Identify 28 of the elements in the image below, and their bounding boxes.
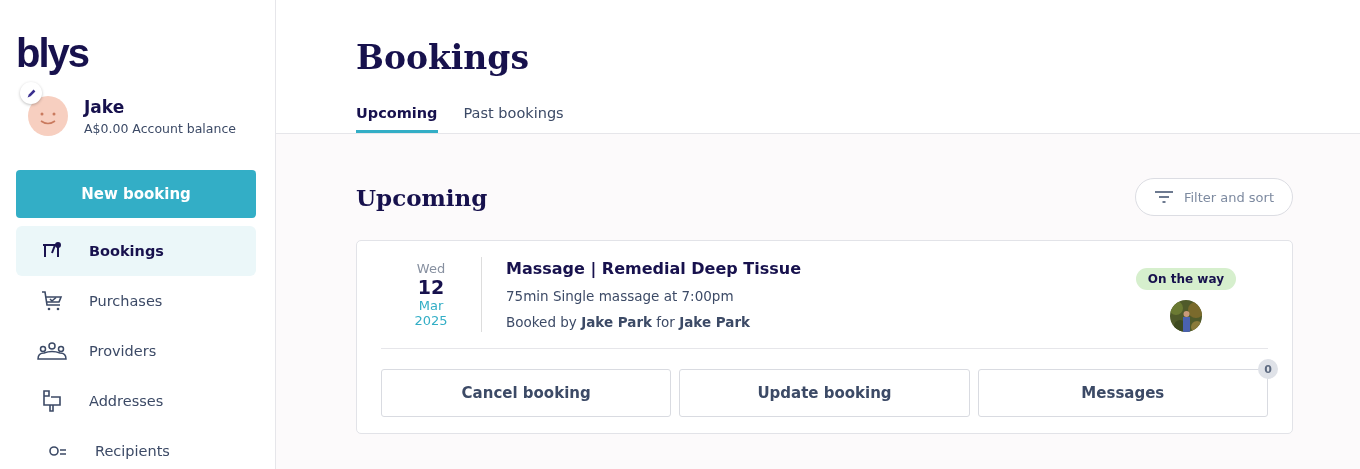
edit-avatar-button[interactable]: [20, 82, 42, 104]
nav-item[interactable]: Recipients: [16, 426, 256, 469]
tab[interactable]: Past bookings: [463, 105, 564, 133]
booking-detail: 75min Single massage at 7:00pm: [506, 288, 735, 304]
pencil-icon: [26, 88, 36, 98]
nav-item[interactable]: Bookings: [16, 226, 256, 276]
logo: blys: [16, 30, 89, 77]
booking-year: 2025: [413, 313, 449, 328]
message-count-badge: 0: [1258, 359, 1278, 379]
service-title: Massage | Remedial Deep Tissue: [506, 259, 803, 278]
filter-icon: [1153, 190, 1174, 204]
account-balance: A$0.00 Account balance: [84, 120, 236, 136]
user-name: Jake: [84, 96, 126, 117]
status-badge: On the way: [1135, 268, 1236, 290]
people-icon: [34, 339, 70, 363]
action-button[interactable]: Cancel booking: [381, 369, 672, 417]
section-title: Upcoming: [356, 183, 488, 211]
booking-day: 12: [381, 276, 481, 298]
booked-by-text: Booked by Jake Park for Jake Park: [506, 314, 752, 330]
avatar-icon: [28, 96, 68, 136]
booking-weekday: Wed: [415, 261, 447, 276]
page-title: Bookings: [356, 38, 530, 77]
action-button[interactable]: Update booking: [679, 369, 970, 417]
filter-button[interactable]: Filter and sort: [1134, 178, 1293, 216]
booking-month: Mar: [417, 298, 445, 313]
nav-item[interactable]: Addresses: [16, 376, 256, 426]
nav-item[interactable]: Providers: [16, 326, 256, 376]
nav-item[interactable]: Purchases: [16, 276, 256, 326]
